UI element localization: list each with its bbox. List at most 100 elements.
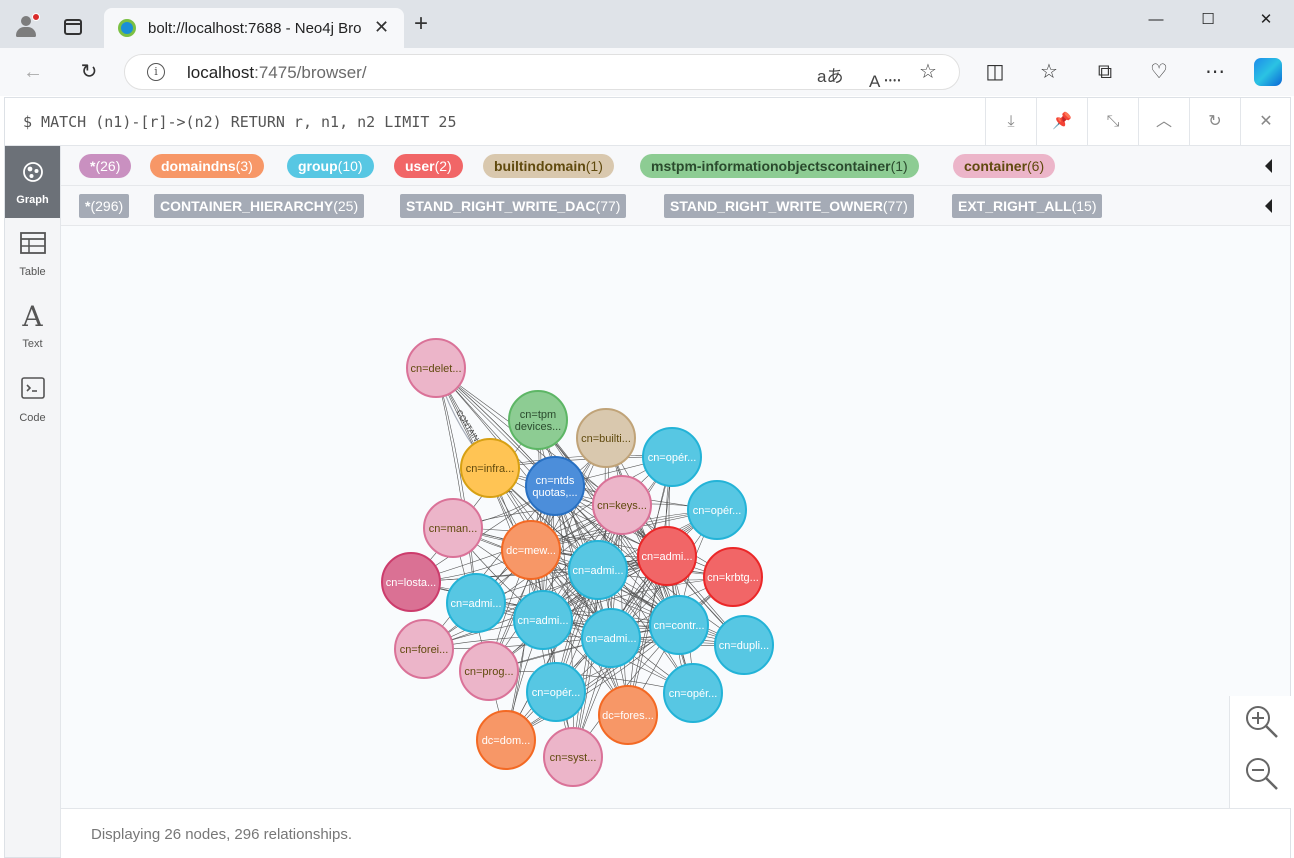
graph-node-label: cn=admi... (572, 565, 623, 577)
sidebar-item-text[interactable]: A Text (5, 290, 60, 362)
graph-node-label: cn=tpm (520, 409, 556, 421)
graph-node[interactable]: cn=losta... (381, 552, 441, 612)
pin-icon[interactable]: 📌 (1036, 98, 1087, 146)
graph-node-label: cn=infra... (466, 463, 515, 475)
graph-node-label: cn=contr... (653, 620, 704, 632)
relationship-type-pill[interactable]: STAND_RIGHT_WRITE_OWNER(77) (664, 194, 914, 218)
graph-node[interactable]: cn=forei... (394, 619, 454, 679)
graph-node[interactable]: cn=opér... (642, 427, 702, 487)
read-aloud-icon[interactable]: A᠁ (869, 62, 900, 92)
copilot-icon[interactable] (1254, 58, 1282, 86)
graph-node-label: cn=opér... (693, 505, 742, 517)
zoom-controls (1229, 696, 1291, 808)
node-label-pill[interactable]: *(26) (79, 154, 132, 178)
favorites-icon[interactable]: ☆ (1034, 58, 1064, 86)
graph-node[interactable]: cn=delet... (406, 338, 466, 398)
status-text: Displaying 26 nodes, 296 relationships. (91, 826, 352, 843)
split-screen-icon[interactable]: ◫ (980, 58, 1010, 86)
close-frame-icon[interactable]: ✕ (1240, 98, 1291, 146)
graph-node[interactable]: cn=prog... (459, 641, 519, 701)
node-labels-legend: *(26) domaindns(3) group(10) user(2) builtin… (61, 146, 1290, 186)
relationship-type-pill[interactable]: CONTAINER_HIERARCHY(25) (154, 194, 365, 218)
graph-node[interactable]: cn=builti... (576, 408, 636, 468)
graph-node-label: cn=keys... (597, 500, 647, 512)
node-label-pill[interactable]: group(10) (287, 154, 374, 178)
window-close-icon[interactable]: ✕ (1246, 8, 1286, 32)
query-text[interactable]: $ MATCH (n1)-[r]->(n2) RETURN r, n1, n2 … (23, 113, 456, 131)
tab-actions-icon[interactable] (64, 19, 82, 35)
graph-node-label: cn=forei... (400, 644, 449, 656)
graph-visualization[interactable]: CONTAINER_HIERARCHYcn=delet...cn=tpmdevi… (61, 226, 1290, 808)
graph-node[interactable]: cn=krbtg... (703, 547, 763, 607)
collections-icon[interactable]: ⧉ (1090, 58, 1120, 86)
profile-icon[interactable] (14, 13, 40, 38)
node-label-pill[interactable]: user(2) (394, 154, 463, 178)
relationship-edge[interactable] (488, 670, 694, 694)
graph-node[interactable]: cn=opér... (526, 662, 586, 722)
graph-node[interactable]: cn=infra... (460, 438, 520, 498)
graph-node[interactable]: cn=admi... (513, 590, 573, 650)
node-label-pill[interactable]: mstpm-informationobjectscontainer(1) (640, 154, 919, 178)
back-icon[interactable]: ← (18, 58, 48, 86)
graph-node[interactable]: cn=tpmdevices... (508, 390, 568, 450)
node-label-pill[interactable]: container(6) (953, 154, 1056, 178)
graph-node[interactable]: cn=contr... (649, 595, 709, 655)
graph-node[interactable]: dc=mew... (501, 520, 561, 580)
graph-node[interactable]: cn=admi... (637, 526, 697, 586)
sidebar-item-graph[interactable]: Graph (5, 146, 60, 218)
node-label-pill[interactable]: builtindomain(1) (483, 154, 614, 178)
site-info-icon[interactable]: i (147, 63, 165, 81)
relationship-type-pill[interactable]: STAND_RIGHT_WRITE_DAC(77) (400, 194, 627, 218)
collapse-frame-icon[interactable]: ︿ (1138, 98, 1189, 146)
graph-node[interactable]: dc=dom... (476, 710, 536, 770)
graph-node-label: dc=fores... (602, 710, 654, 722)
graph-node[interactable]: cn=admi... (568, 540, 628, 600)
browser-essentials-icon[interactable]: ♡ (1144, 58, 1174, 86)
address-bar[interactable]: i localhost:7475/browser/ aあ A᠁ ☆ (124, 54, 960, 92)
zoom-out-icon[interactable] (1244, 756, 1280, 792)
legend-collapse-icon[interactable] (1265, 199, 1272, 213)
relationship-type-pill[interactable]: EXT_RIGHT_ALL(15) (952, 194, 1103, 218)
graph-node[interactable]: cn=man... (423, 498, 483, 558)
graph-canvas[interactable]: CONTAINER_HIERARCHYcn=delet...cn=tpmdevi… (61, 226, 1290, 808)
graph-node[interactable]: cn=opér... (687, 480, 747, 540)
sidebar-item-code[interactable]: Code (5, 362, 60, 436)
graph-node[interactable]: cn=admi... (581, 608, 641, 668)
translate-icon[interactable]: aあ (817, 62, 843, 87)
graph-node-label: quotas,... (532, 487, 577, 499)
maximize-icon[interactable]: ☐ (1188, 8, 1228, 32)
table-icon (5, 232, 60, 260)
refresh-icon[interactable]: ↻ (74, 58, 104, 86)
graph-node-label: cn=syst... (550, 752, 597, 764)
graph-node[interactable]: cn=ntdsquotas,... (525, 456, 585, 516)
view-sidebar: Graph Table A Text Code (5, 146, 61, 857)
new-tab-icon[interactable]: + (414, 12, 428, 36)
browser-tab[interactable]: bolt://localhost:7688 - Neo4j Bro ✕ (104, 8, 404, 48)
rerun-icon[interactable]: ↻ (1189, 98, 1240, 146)
graph-node-label: devices... (515, 421, 561, 433)
collapse-fullscreen-icon[interactable]: ⤡ (1087, 98, 1138, 146)
sidebar-item-table[interactable]: Table (5, 218, 60, 290)
graph-node-label: cn=krbtg... (707, 572, 759, 584)
legend-collapse-icon[interactable] (1265, 159, 1272, 173)
url-text[interactable]: localhost:7475/browser/ (187, 63, 367, 83)
more-menu-icon[interactable]: ⋯ (1200, 58, 1230, 86)
graph-node-label: cn=dupli... (719, 640, 769, 652)
favorite-star-icon[interactable]: ☆ (919, 59, 937, 84)
graph-node-label: cn=ntds (536, 475, 575, 487)
node-label-pill[interactable]: domaindns(3) (150, 154, 264, 178)
download-icon[interactable]: ⤓ (985, 98, 1036, 146)
graph-node[interactable]: cn=keys... (592, 475, 652, 535)
graph-node[interactable]: dc=fores... (598, 685, 658, 745)
graph-node[interactable]: cn=dupli... (714, 615, 774, 675)
graph-node[interactable]: cn=admi... (446, 573, 506, 633)
minimize-icon[interactable]: — (1136, 8, 1176, 32)
graph-node[interactable]: cn=opér... (663, 663, 723, 723)
result-frame: $ MATCH (n1)-[r]->(n2) RETURN r, n1, n2 … (4, 97, 1291, 858)
graph-node[interactable]: cn=syst... (543, 727, 603, 787)
tab-close-icon[interactable]: ✕ (374, 17, 389, 38)
zoom-in-icon[interactable] (1244, 704, 1280, 740)
graph-node-label: cn=admi... (641, 551, 692, 563)
graph-icon (5, 160, 60, 190)
relationship-type-pill[interactable]: *(296) (79, 194, 130, 218)
